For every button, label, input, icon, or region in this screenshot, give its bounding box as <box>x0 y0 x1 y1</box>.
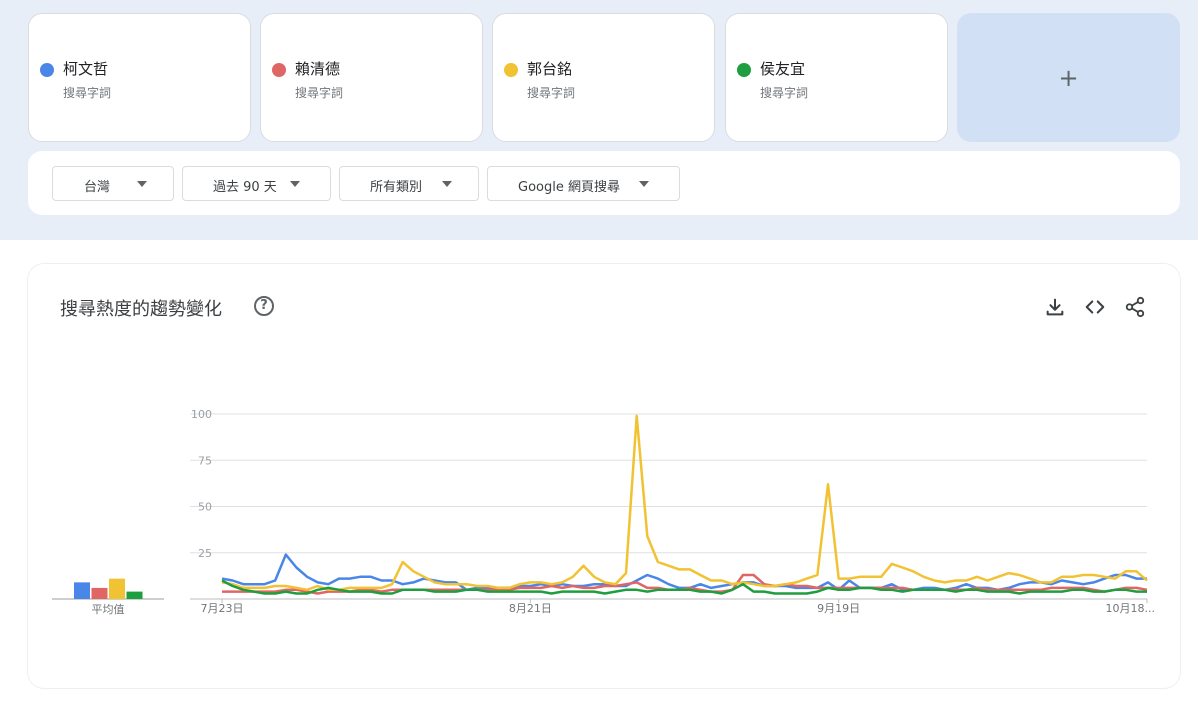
region-filter-label: 台灣 <box>84 180 111 195</box>
source-filter[interactable]: Google 網頁搜尋 <box>487 166 680 201</box>
term-card-4[interactable]: 侯友宜 搜尋字詞 <box>725 13 948 142</box>
term-card-1[interactable]: 柯文哲 搜尋字詞 <box>28 13 251 142</box>
period-filter[interactable]: 過去 90 天 <box>182 166 331 201</box>
category-filter[interactable]: 所有類別 <box>339 166 479 201</box>
chart-title: 搜尋熱度的趨勢變化 <box>60 299 222 320</box>
term-subtitle: 搜尋字詞 <box>760 86 809 100</box>
chevron-down-icon <box>137 181 147 187</box>
add-term-button[interactable]: + <box>957 13 1180 142</box>
term-subtitle: 搜尋字詞 <box>63 86 112 100</box>
chevron-down-icon <box>290 181 300 187</box>
trend-chart-card: 搜尋熱度的趨勢變化 ? <box>28 264 1180 688</box>
download-icon[interactable] <box>1044 296 1066 318</box>
chevron-down-icon <box>442 181 452 187</box>
term-card-2[interactable]: 賴清德 搜尋字詞 <box>260 13 483 142</box>
source-filter-label: Google 網頁搜尋 <box>518 180 620 195</box>
category-filter-label: 所有類別 <box>370 180 423 195</box>
term-color-dot <box>504 63 518 77</box>
term-name: 柯文哲 <box>63 60 109 78</box>
term-color-dot <box>737 63 751 77</box>
period-filter-label: 過去 90 天 <box>213 180 277 195</box>
help-icon[interactable]: ? <box>254 296 274 316</box>
term-color-dot <box>40 63 54 77</box>
filter-bar: 台灣 過去 90 天 所有類別 Google 網頁搜尋 <box>28 151 1180 215</box>
term-subtitle: 搜尋字詞 <box>295 86 344 100</box>
embed-icon[interactable] <box>1084 296 1106 318</box>
region-filter[interactable]: 台灣 <box>52 166 174 201</box>
plus-icon: + <box>1058 63 1079 92</box>
term-name: 侯友宜 <box>760 60 806 78</box>
term-name: 郭台銘 <box>527 60 573 78</box>
term-subtitle: 搜尋字詞 <box>527 86 576 100</box>
term-name: 賴清德 <box>295 60 341 78</box>
share-icon[interactable] <box>1124 296 1146 318</box>
term-color-dot <box>272 63 286 77</box>
chevron-down-icon <box>639 181 649 187</box>
term-card-3[interactable]: 郭台銘 搜尋字詞 <box>492 13 715 142</box>
